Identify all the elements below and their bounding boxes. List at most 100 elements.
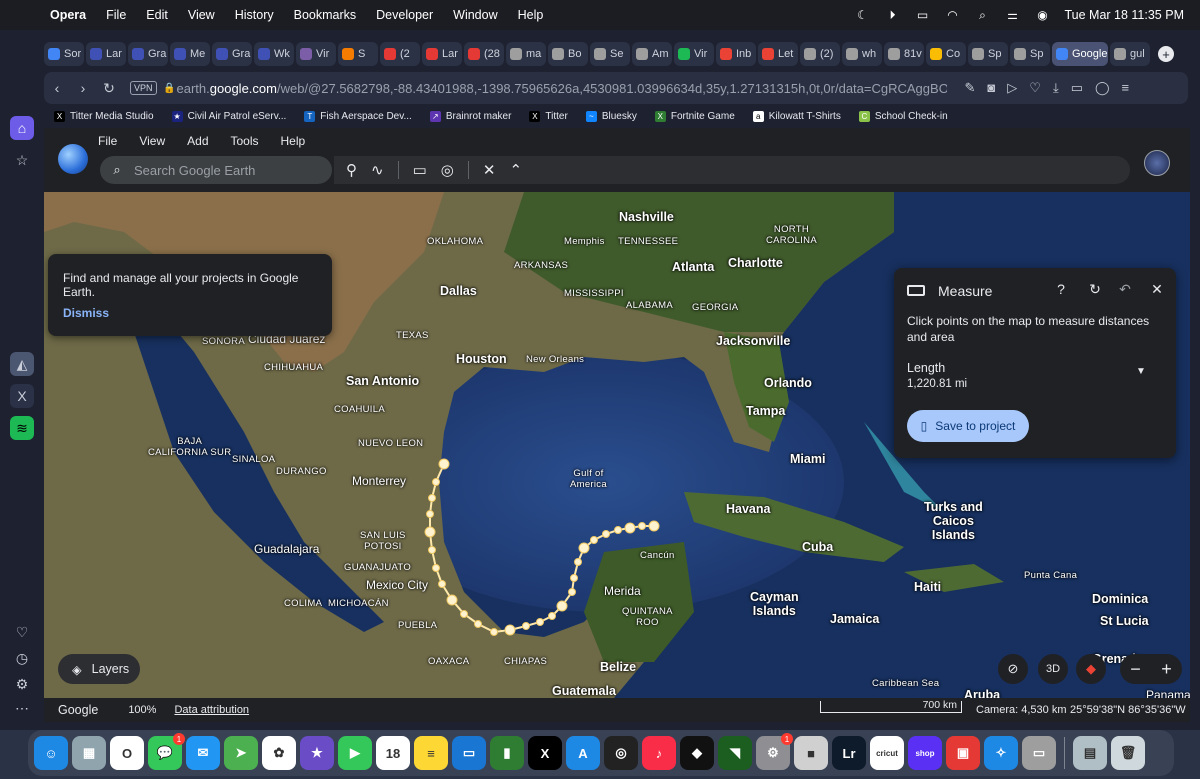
undo-icon[interactable]: ↶ (1116, 281, 1134, 298)
bookmark-8[interactable]: C School Check-in (858, 110, 948, 122)
url-field[interactable]: earth.google.com/web/@27.5682798,-88.434… (177, 81, 947, 96)
google-earth-logo[interactable] (58, 144, 88, 174)
menu-window[interactable]: Window (443, 8, 507, 22)
tab-1[interactable]: Lar (86, 42, 126, 66)
tab-11[interactable]: ma (506, 42, 546, 66)
menu-bookmarks[interactable]: Bookmarks (284, 8, 367, 22)
data-attribution-link[interactable]: Data attribution (174, 704, 249, 716)
bookmark-5[interactable]: ~ Bluesky (585, 110, 637, 122)
dock-keynote-icon[interactable]: ▭ (452, 736, 486, 770)
tab-19[interactable]: wh (842, 42, 882, 66)
menu-developer[interactable]: Developer (366, 8, 443, 22)
route-point[interactable] (446, 594, 458, 606)
tab-23[interactable]: Sp (1010, 42, 1050, 66)
menu-app-name[interactable]: Opera (40, 8, 96, 22)
route-point[interactable] (522, 622, 530, 630)
battery-saver-icon[interactable]: ▭ (1071, 80, 1083, 96)
send-icon[interactable]: ▷ (1007, 80, 1017, 96)
edit-icon[interactable]: ✎ (965, 80, 976, 96)
dock-launchpad-icon[interactable]: ▦ (72, 736, 106, 770)
search-icon[interactable]: ⌕ (974, 8, 990, 22)
menu-edit[interactable]: Edit (136, 8, 178, 22)
bookmark-7[interactable]: a Kilowatt T-Shirts (752, 110, 841, 122)
chevron-up-icon[interactable]: ⌃ (509, 161, 522, 179)
reload-icon[interactable]: ↻ (96, 80, 122, 97)
tab-2[interactable]: Gra (128, 42, 168, 66)
tab-6[interactable]: Vir (296, 42, 336, 66)
vpn-badge[interactable]: VPN (130, 81, 157, 95)
menu-history[interactable]: History (225, 8, 284, 22)
tab-10[interactable]: (28 (464, 42, 504, 66)
route-point[interactable] (602, 530, 610, 538)
bookmark-4[interactable]: X Titter (529, 110, 568, 122)
dock-disk-utility-icon[interactable]: ▭ (1022, 736, 1056, 770)
flight-icon[interactable]: ◎ (441, 161, 454, 179)
tab-13[interactable]: Se (590, 42, 630, 66)
dock-notes-icon[interactable]: ≡ (414, 736, 448, 770)
user-icon[interactable]: ◉ (1034, 8, 1050, 22)
route-point[interactable] (432, 564, 440, 572)
dismiss-button[interactable]: Dismiss (63, 306, 109, 320)
route-point[interactable] (426, 510, 434, 518)
tab-5[interactable]: Wk (254, 42, 294, 66)
x-app-icon[interactable]: X (10, 384, 34, 408)
route-point[interactable] (568, 588, 576, 596)
back-icon[interactable]: ‹ (44, 80, 70, 96)
tab-8[interactable]: (2 (380, 42, 420, 66)
control-center-icon[interactable]: ⚌ (1004, 8, 1020, 22)
route-point[interactable] (556, 600, 568, 612)
tab-22[interactable]: Sp (968, 42, 1008, 66)
tab-4[interactable]: Gra (212, 42, 252, 66)
tab-12[interactable]: Bo (548, 42, 588, 66)
profile-icon[interactable]: ◯ (1095, 80, 1110, 96)
dock-music-icon[interactable]: ♪ (642, 736, 676, 770)
earth-menu-tools[interactable]: Tools (231, 134, 259, 148)
help-icon[interactable]: ? (1052, 281, 1070, 297)
dock-opera-icon[interactable]: O (110, 736, 144, 770)
save-to-project-button[interactable]: ▯ Save to project (907, 410, 1029, 442)
heart-icon[interactable]: ♡ (1029, 80, 1041, 96)
dock-numbers-icon[interactable]: ▮ (490, 736, 524, 770)
tab-20[interactable]: 81v (884, 42, 924, 66)
dock-cricut-icon[interactable]: cricut (870, 736, 904, 770)
route-point[interactable] (638, 522, 646, 530)
route-point[interactable] (504, 624, 516, 636)
dock-trash-icon[interactable]: 🗑 (1111, 736, 1145, 770)
tab-18[interactable]: (2) (800, 42, 840, 66)
dock-app-store-icon[interactable]: A (566, 736, 600, 770)
dock-mail-icon[interactable]: ✉ (186, 736, 220, 770)
bookmark-3[interactable]: ↗ Brainrot maker (429, 110, 511, 122)
account-avatar[interactable] (1144, 150, 1170, 176)
dock-davinci-icon[interactable]: ◎ (604, 736, 638, 770)
dock-imovie-icon[interactable]: ★ (300, 736, 334, 770)
tab-17[interactable]: Let (758, 42, 798, 66)
route-point[interactable] (428, 494, 436, 502)
route-point[interactable] (570, 574, 578, 582)
spotify-icon[interactable]: ≋ (10, 416, 34, 440)
tab-25[interactable]: gul (1110, 42, 1150, 66)
settings-icon[interactable]: ⚙ (10, 672, 34, 696)
route-point[interactable] (614, 526, 622, 534)
tab-14[interactable]: Am (632, 42, 672, 66)
route-point[interactable] (432, 478, 440, 486)
heart-icon[interactable]: ♡ (10, 620, 34, 644)
tab-9[interactable]: Lar (422, 42, 462, 66)
dock-game-app-icon[interactable]: ◆ (680, 736, 714, 770)
dock-roblox-icon[interactable]: ■ (794, 736, 828, 770)
earth-menu-view[interactable]: View (139, 134, 165, 148)
route-point[interactable] (474, 620, 482, 628)
more-icon[interactable]: ⋯ (10, 696, 34, 720)
bookmark-2[interactable]: T Fish Aerspace Dev... (304, 110, 412, 122)
dock-system-settings-icon[interactable]: ⚙ 1 (756, 733, 793, 770)
orbit-icon[interactable]: ⊘ (998, 654, 1028, 684)
tab-7[interactable]: S (338, 42, 378, 66)
route-point[interactable] (460, 610, 468, 618)
earth-map[interactable]: Nashville NORTH CAROLINA OKLAHOMA Memphis TE… (44, 192, 1190, 698)
menu-help[interactable]: Help (508, 8, 554, 22)
dock-finder-icon[interactable]: ☺ (34, 736, 68, 770)
menu-view[interactable]: View (178, 8, 225, 22)
route-point[interactable] (438, 580, 446, 588)
download-icon[interactable]: ⤓ (1053, 80, 1059, 96)
dock-x-icon[interactable]: X (528, 736, 562, 770)
camera-icon[interactable]: ◙ (987, 80, 995, 96)
